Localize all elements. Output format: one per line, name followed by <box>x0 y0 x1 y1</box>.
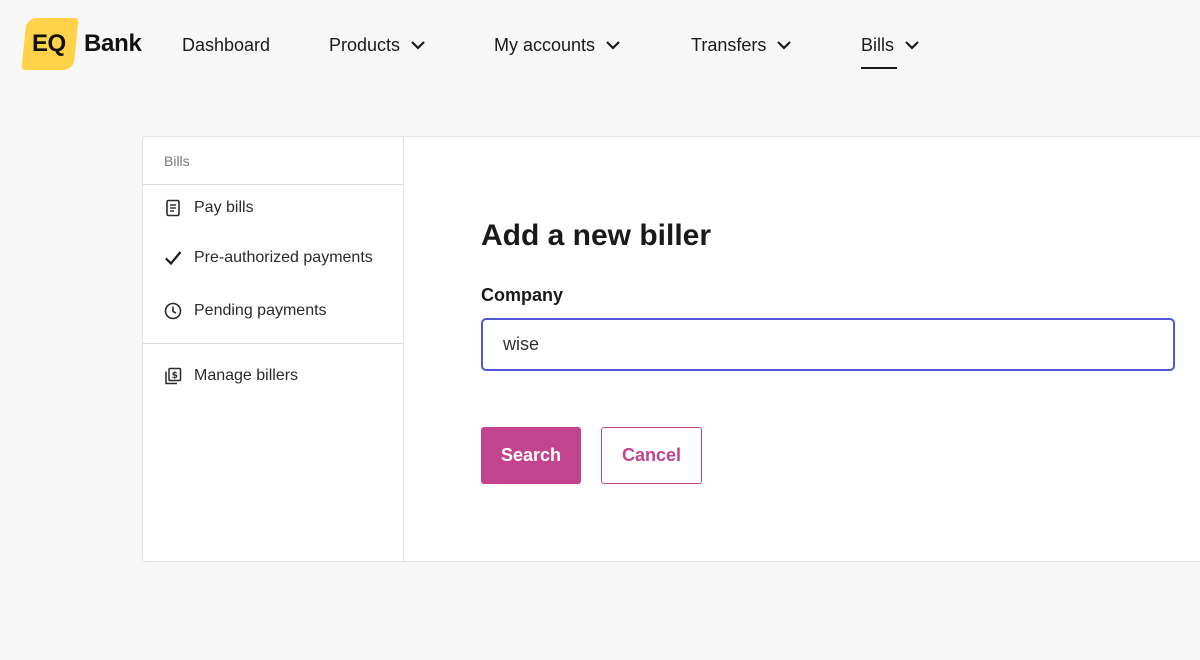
chevron-down-icon <box>411 41 425 50</box>
biller-stack-icon: $ <box>165 367 182 385</box>
chevron-down-icon <box>905 41 919 50</box>
chevron-down-icon <box>777 41 792 50</box>
bills-card: Bills Pay bills Pre-authorized payments <box>142 136 1200 562</box>
company-input[interactable] <box>481 318 1175 371</box>
sidebar-item-label: Pending payments <box>194 301 327 319</box>
page-title: Add a new biller <box>481 219 712 252</box>
clock-icon <box>164 302 182 319</box>
active-nav-underline <box>861 67 897 69</box>
logo-eq-text: EQ <box>32 30 66 57</box>
sidebar-item-pre-authorized-payments[interactable]: Pre-authorized payments <box>143 231 403 284</box>
sidebar-header: Bills <box>143 137 403 185</box>
sidebar-item-manage-billers[interactable]: $ Manage billers <box>143 344 403 408</box>
nav-transfers[interactable]: Transfers <box>691 30 792 60</box>
nav-transfers-label: Transfers <box>691 34 767 55</box>
nav-my-accounts[interactable]: My accounts <box>494 30 621 60</box>
sidebar-item-pay-bills[interactable]: Pay bills <box>143 185 403 231</box>
eq-bank-logo[interactable]: EQ Bank <box>21 18 154 70</box>
nav-products-label: Products <box>329 34 401 55</box>
nav-my-accounts-label: My accounts <box>494 34 596 55</box>
nav-dashboard[interactable]: Dashboard <box>182 30 270 60</box>
svg-text:$: $ <box>172 371 178 381</box>
nav-dashboard-label: Dashboard <box>182 34 271 55</box>
check-icon <box>165 250 182 265</box>
sidebar-item-label: Pay bills <box>194 199 254 216</box>
cancel-button[interactable]: Cancel <box>601 427 702 484</box>
sidebar-item-label: Manage billers <box>194 367 299 384</box>
nav-bills-label: Bills <box>861 34 895 55</box>
sidebar-item-label: Pre-authorized payments <box>194 248 373 266</box>
chevron-down-icon <box>606 41 620 50</box>
search-button[interactable]: Search <box>481 427 581 484</box>
nav-products[interactable]: Products <box>329 30 426 60</box>
bills-sidebar: Bills Pay bills Pre-authorized payments <box>143 137 404 561</box>
add-biller-panel: Add a new biller Company Search Cancel <box>405 137 1200 561</box>
sidebar-item-pending-payments[interactable]: Pending payments <box>143 284 403 337</box>
nav-bills[interactable]: Bills <box>861 30 920 69</box>
receipt-icon <box>166 199 180 217</box>
company-label: Company <box>481 285 564 305</box>
top-navigation: EQ Bank Dashboard Products My accounts T… <box>0 0 1200 88</box>
logo-bank-text: Bank <box>84 30 142 57</box>
